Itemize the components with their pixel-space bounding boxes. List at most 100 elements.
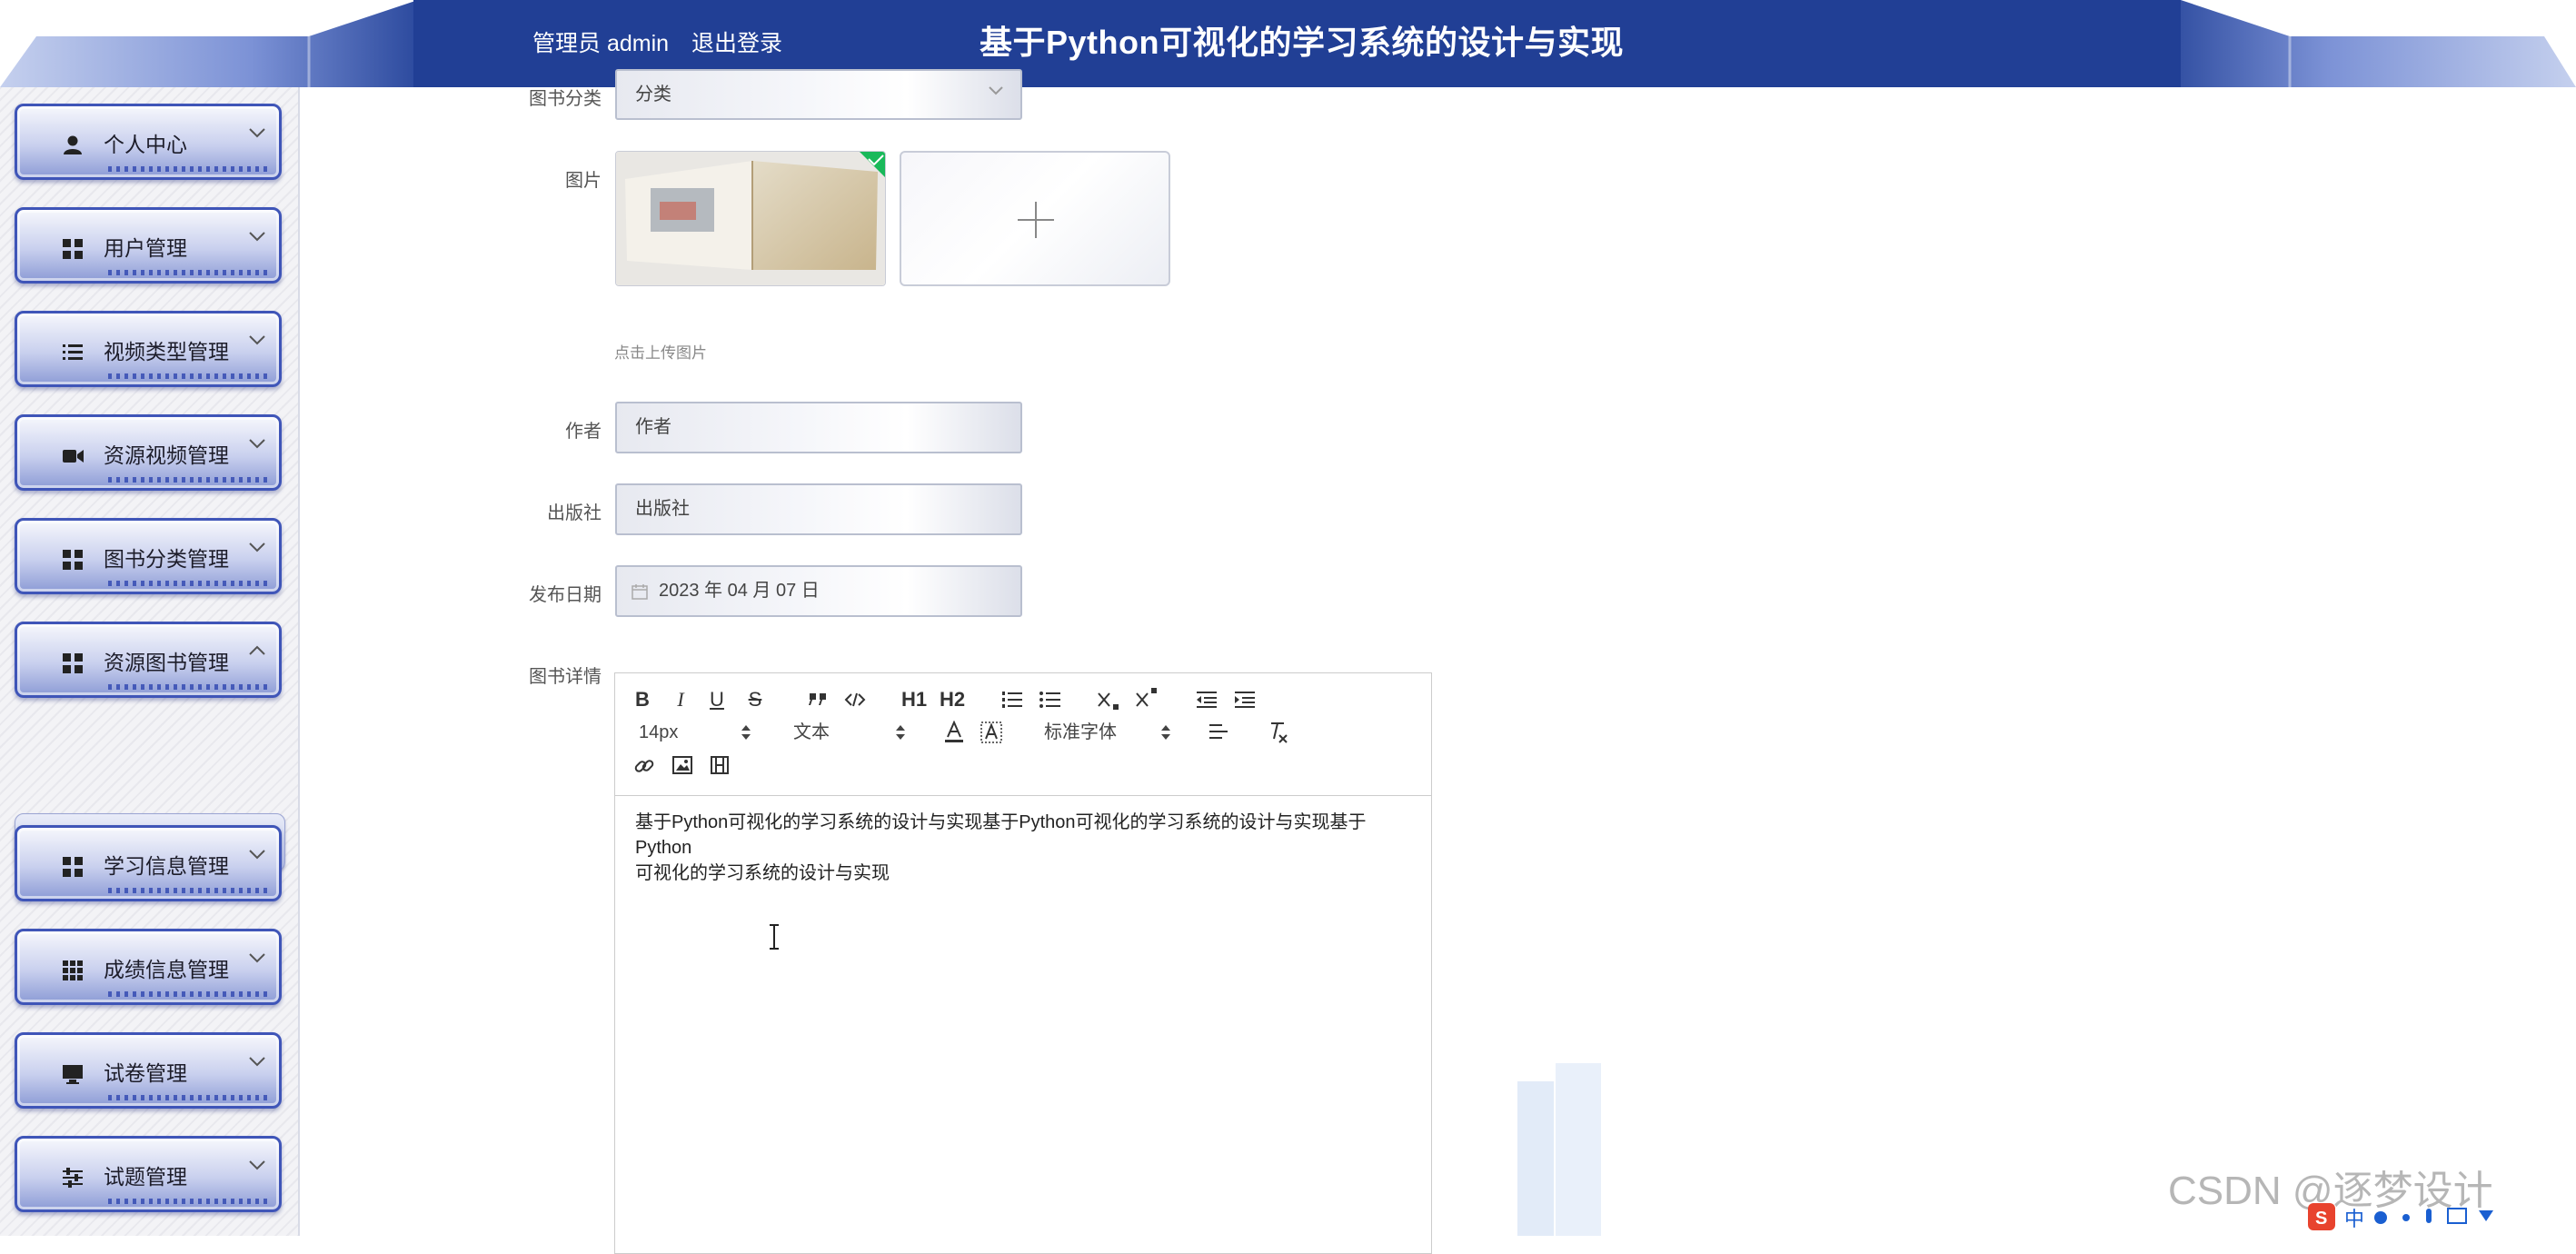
indent-icon[interactable] — [1233, 690, 1255, 710]
svg-text:S: S — [2315, 1209, 2327, 1229]
superscript-icon[interactable] — [1135, 686, 1159, 708]
upload-tip: 点击上传图片 — [614, 344, 707, 362]
decor-dots — [108, 888, 272, 893]
sidebar-item-user-management[interactable]: 用户管理 — [15, 207, 282, 284]
decor-dots — [108, 1199, 272, 1204]
font-family-value: 标准字体 — [1044, 722, 1117, 742]
bold-button[interactable]: B — [632, 686, 653, 713]
rich-text-editor: B I U S H1 H2 14px 文本 标准字体 基于Python可视化的学… — [614, 672, 1432, 1254]
editor-content[interactable]: 基于Python可视化的学习系统的设计与实现基于Python可视化的学习系统的设… — [635, 810, 1417, 886]
subscript-icon[interactable] — [1097, 690, 1120, 712]
decor-dots — [108, 477, 272, 483]
chevron-down-icon — [249, 1057, 265, 1067]
grid-icon — [63, 550, 83, 570]
font-color-icon[interactable] — [944, 721, 964, 744]
decor-dots — [108, 991, 272, 997]
category-selected-value: 分类 — [635, 85, 671, 104]
author-label: 作者 — [565, 422, 602, 442]
font-size-select[interactable]: 14px — [639, 719, 757, 746]
heading1-button[interactable]: H1 — [900, 686, 928, 713]
category-select[interactable]: 分类 — [615, 69, 1022, 120]
sidebar-item-label: 成绩信息管理 — [104, 958, 229, 981]
sidebar-item-personal-center[interactable]: 个人中心 — [15, 104, 282, 180]
sidebar-item-resource-video-management[interactable]: 资源视频管理 — [15, 414, 282, 491]
font-family-select[interactable]: 标准字体 — [1044, 719, 1180, 746]
sliders-icon — [63, 1168, 83, 1188]
sidebar-item-label: 试卷管理 — [104, 1061, 187, 1085]
sidebar-item-label: 资源视频管理 — [104, 443, 229, 467]
sort-icon — [1161, 725, 1170, 740]
blockquote-icon[interactable] — [808, 692, 828, 708]
sort-icon — [741, 725, 751, 740]
sidebar-item-label: 视频类型管理 — [104, 340, 229, 363]
clear-format-icon[interactable] — [1266, 721, 1289, 744]
sidebar-item-exam-paper-management[interactable]: 试卷管理 — [15, 1032, 282, 1109]
author-input[interactable]: 作者 — [615, 402, 1022, 453]
top-header: 管理员 admin 退出登录 基于Python可视化的学习系统的设计与实现 — [0, 0, 2576, 87]
background-color-icon[interactable] — [980, 721, 1002, 744]
background-building-decoration — [1517, 1063, 1601, 1236]
date-value: 2023 年 04 月 07 日 — [659, 581, 820, 601]
app-title: 基于Python可视化的学习系统的设计与实现 — [980, 24, 1624, 61]
sidebar-item-resource-book-management[interactable]: 资源图书管理 — [15, 622, 282, 698]
chevron-down-icon — [249, 335, 265, 345]
grid-icon — [63, 653, 83, 673]
sidebar-item-label: 个人中心 — [104, 133, 187, 156]
book-photo — [616, 152, 885, 285]
sidebar-item-label: 学习信息管理 — [104, 854, 229, 878]
header-format-select[interactable]: 文本 — [793, 719, 911, 746]
align-left-icon[interactable] — [1208, 722, 1229, 742]
list-icon — [63, 344, 83, 360]
italic-button[interactable]: I — [670, 686, 691, 713]
decor-dots — [108, 166, 272, 172]
sidebar-item-label: 用户管理 — [104, 236, 187, 260]
add-image-button[interactable] — [900, 151, 1170, 286]
underline-button[interactable]: U — [706, 686, 728, 713]
decor-dots — [108, 373, 272, 379]
category-label: 图书分类 — [529, 89, 602, 109]
chevron-down-icon — [249, 128, 265, 138]
header-format-value: 文本 — [793, 722, 830, 742]
editor-text-line: 基于Python可视化的学习系统的设计与实现基于Python可视化的学习系统的设… — [635, 812, 1367, 858]
strike-button[interactable]: S — [744, 686, 766, 713]
code-icon[interactable] — [844, 692, 866, 708]
video-icon — [63, 450, 84, 463]
image-icon[interactable] — [671, 755, 693, 775]
uploaded-book-image[interactable] — [615, 151, 886, 286]
sidebar-item-label: 试题管理 — [104, 1165, 187, 1189]
link-icon[interactable] — [633, 755, 655, 777]
calendar-icon — [632, 584, 648, 600]
sidebar-item-score-info-management[interactable]: 成绩信息管理 — [15, 929, 282, 1005]
outdent-icon[interactable] — [1195, 690, 1217, 710]
chevron-up-icon — [249, 645, 265, 655]
editor-text-line: 可视化的学习系统的设计与实现 — [635, 863, 890, 883]
monitor-icon — [63, 1065, 83, 1084]
publish-date-picker[interactable]: 2023 年 04 月 07 日 — [615, 565, 1022, 617]
editor-toolbar: B I U S H1 H2 14px 文本 标准字体 — [615, 673, 1431, 796]
text-cursor-icon — [770, 924, 779, 950]
chevron-down-icon — [249, 232, 265, 242]
heading2-button[interactable]: H2 — [939, 686, 966, 713]
apps-icon — [63, 960, 83, 980]
user-icon — [64, 135, 82, 154]
video-embed-icon[interactable] — [710, 755, 730, 775]
sidebar-item-video-type-management[interactable]: 视频类型管理 — [15, 311, 282, 387]
sidebar-item-study-info-management[interactable]: 学习信息管理 — [15, 825, 282, 901]
publisher-input[interactable]: 出版社 — [615, 483, 1022, 535]
chevron-down-icon — [249, 1160, 265, 1170]
svg-text:中: 中 — [2344, 1209, 2364, 1231]
sidebar-item-question-management[interactable]: 试题管理 — [15, 1136, 282, 1212]
ordered-list-icon[interactable] — [1000, 690, 1022, 710]
image-label: 图片 — [565, 171, 602, 191]
sort-icon — [896, 725, 905, 740]
admin-role-label: 管理员 admin — [532, 31, 670, 56]
header-user-area: 管理员 admin 退出登录 — [532, 27, 799, 60]
decor-dots — [108, 684, 272, 690]
sidebar-item-book-category-management[interactable]: 图书分类管理 — [15, 518, 282, 594]
bullet-list-icon[interactable] — [1039, 690, 1060, 710]
chevron-down-icon — [989, 86, 1003, 95]
chevron-down-icon — [249, 953, 265, 963]
chevron-down-icon — [249, 439, 265, 449]
logout-link[interactable]: 退出登录 — [691, 31, 782, 56]
decor-dots — [108, 581, 272, 586]
